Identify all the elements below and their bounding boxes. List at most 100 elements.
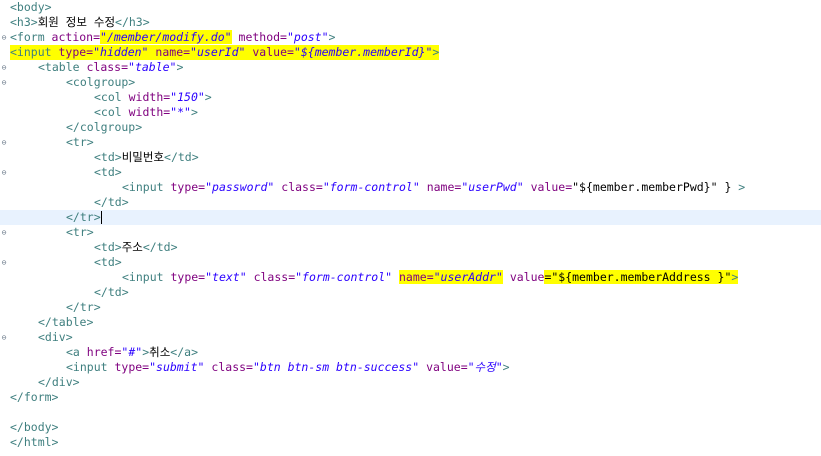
code-token: value= (252, 45, 294, 59)
code-token: </h3> (115, 15, 150, 29)
code-token: <input (66, 360, 115, 374)
code-token: type= (114, 360, 150, 374)
gutter-spacer (0, 240, 8, 255)
code-line[interactable]: ⊖ <td> (0, 255, 821, 270)
code-token: ="${member.memberAddress }" (544, 270, 732, 284)
code-line[interactable]: ⊖ <tr> (0, 225, 821, 240)
code-token: <td> (94, 240, 122, 254)
code-token: class= (211, 360, 253, 374)
code-text: <table class="table"> (38, 60, 183, 75)
code-token: "password" (205, 180, 275, 194)
code-text: <form action="/member/modify.do" method=… (10, 30, 335, 45)
code-line[interactable] (0, 405, 821, 420)
fold-toggle-icon[interactable]: ⊖ (0, 30, 8, 45)
code-text: <td> (94, 255, 122, 270)
fold-toggle-icon[interactable]: ⊖ (0, 165, 8, 180)
fold-toggle-icon[interactable]: ⊖ (0, 255, 8, 270)
code-line[interactable]: <input type="hidden" name="userId" value… (0, 45, 821, 60)
code-token: class= (253, 270, 296, 284)
code-line[interactable]: <body> (0, 0, 821, 15)
fold-toggle-icon[interactable]: ⊖ (0, 135, 8, 150)
code-token: "*" (170, 105, 191, 119)
gutter-spacer (0, 420, 8, 435)
code-token: <td> (94, 150, 122, 164)
code-line[interactable]: <td>주소</td> (0, 240, 821, 255)
code-editor[interactable]: <body> <h3>회원 정보 수정</h3> ⊖ <form action="/m… (0, 0, 821, 456)
code-token: type= (58, 45, 94, 59)
code-token: <td> (94, 255, 122, 269)
gutter-spacer (0, 90, 8, 105)
code-line[interactable]: </body> (0, 420, 821, 435)
code-token: "hidden" (93, 45, 149, 59)
code-line[interactable]: ⊖ <td> (0, 165, 821, 180)
gutter-spacer (0, 315, 8, 330)
code-token: width= (128, 105, 171, 119)
code-line[interactable]: </colgroup> (0, 120, 821, 135)
code-text: </tr> (66, 300, 101, 315)
code-line[interactable]: </html> (0, 435, 821, 450)
code-line[interactable]: <td>비밀번호</td> (0, 150, 821, 165)
fold-toggle-icon[interactable]: ⊖ (0, 60, 8, 75)
code-token: "userId" (190, 45, 246, 59)
code-text: <input type="password" class="form-contr… (122, 180, 745, 195)
code-line[interactable]: ⊖ <form action="/member/modify.do" method… (0, 30, 821, 45)
code-line[interactable]: <input type="password" class="form-contr… (0, 180, 821, 195)
code-token: "수정" (467, 360, 503, 374)
code-token: href= (86, 345, 122, 359)
code-line[interactable]: ⊖ <colgroup> (0, 75, 821, 90)
gutter-spacer (0, 300, 8, 315)
code-line[interactable]: </td> (0, 195, 821, 210)
fold-toggle-icon[interactable]: ⊖ (0, 330, 8, 345)
code-text: </td> (94, 285, 129, 300)
code-token: </div> (38, 375, 80, 389)
code-line[interactable]: <h3>회원 정보 수정</h3> (0, 15, 821, 30)
gutter-spacer (0, 210, 8, 225)
code-line[interactable]: <col width="*"> (0, 105, 821, 120)
code-token: <table (38, 60, 87, 74)
code-line[interactable]: ⊖ <table class="table"> (0, 60, 821, 75)
fold-toggle-icon[interactable]: ⊖ (0, 75, 8, 90)
code-token: value= (530, 180, 573, 194)
code-line[interactable]: </div> (0, 375, 821, 390)
code-token: > (738, 180, 746, 194)
gutter-spacer (0, 105, 8, 120)
code-line[interactable]: ⊖ <tr> (0, 135, 821, 150)
code-line[interactable]: <input type="submit" class="btn btn-sm b… (0, 360, 821, 375)
code-line[interactable]: ⊖ <div> (0, 330, 821, 345)
code-line[interactable]: </tr> (0, 300, 821, 315)
text-cursor (100, 211, 102, 224)
code-line[interactable]: </td> (0, 285, 821, 300)
fold-toggle-icon[interactable]: ⊖ (0, 225, 8, 240)
code-text: <div> (38, 330, 73, 345)
code-token: <colgroup> (66, 75, 136, 89)
code-text: <col width="*"> (94, 105, 198, 120)
code-text: <td> (94, 165, 122, 180)
code-token: > (204, 90, 212, 104)
code-token: name= (155, 45, 191, 59)
code-text: <body> (10, 0, 52, 15)
code-token: value= (426, 360, 468, 374)
code-line[interactable]: </tr> (0, 210, 821, 225)
code-line[interactable]: <input type="text" class="form-control" … (0, 270, 821, 285)
code-line[interactable]: <col width="150"> (0, 90, 821, 105)
code-token: "#" (121, 345, 143, 359)
code-token: type= (170, 270, 206, 284)
code-token: 취소 (149, 345, 171, 359)
gutter-spacer (0, 375, 8, 390)
code-token: </tr> (66, 300, 101, 314)
gutter-spacer (0, 120, 8, 135)
code-line[interactable]: <a href="#">취소</a> (0, 345, 821, 360)
code-token: "submit" (149, 360, 205, 374)
code-token: > (176, 60, 184, 74)
gutter-spacer (0, 285, 8, 300)
code-line[interactable]: </form> (0, 390, 821, 405)
code-token: method= (238, 30, 287, 44)
gutter-spacer (0, 195, 8, 210)
code-token: </colgroup> (66, 120, 143, 134)
code-line[interactable]: </table> (0, 315, 821, 330)
code-token: <h3> (10, 15, 38, 29)
code-text: <a href="#">취소</a> (66, 345, 198, 360)
code-token: "form-control" (295, 270, 393, 284)
code-text: </div> (38, 375, 80, 390)
